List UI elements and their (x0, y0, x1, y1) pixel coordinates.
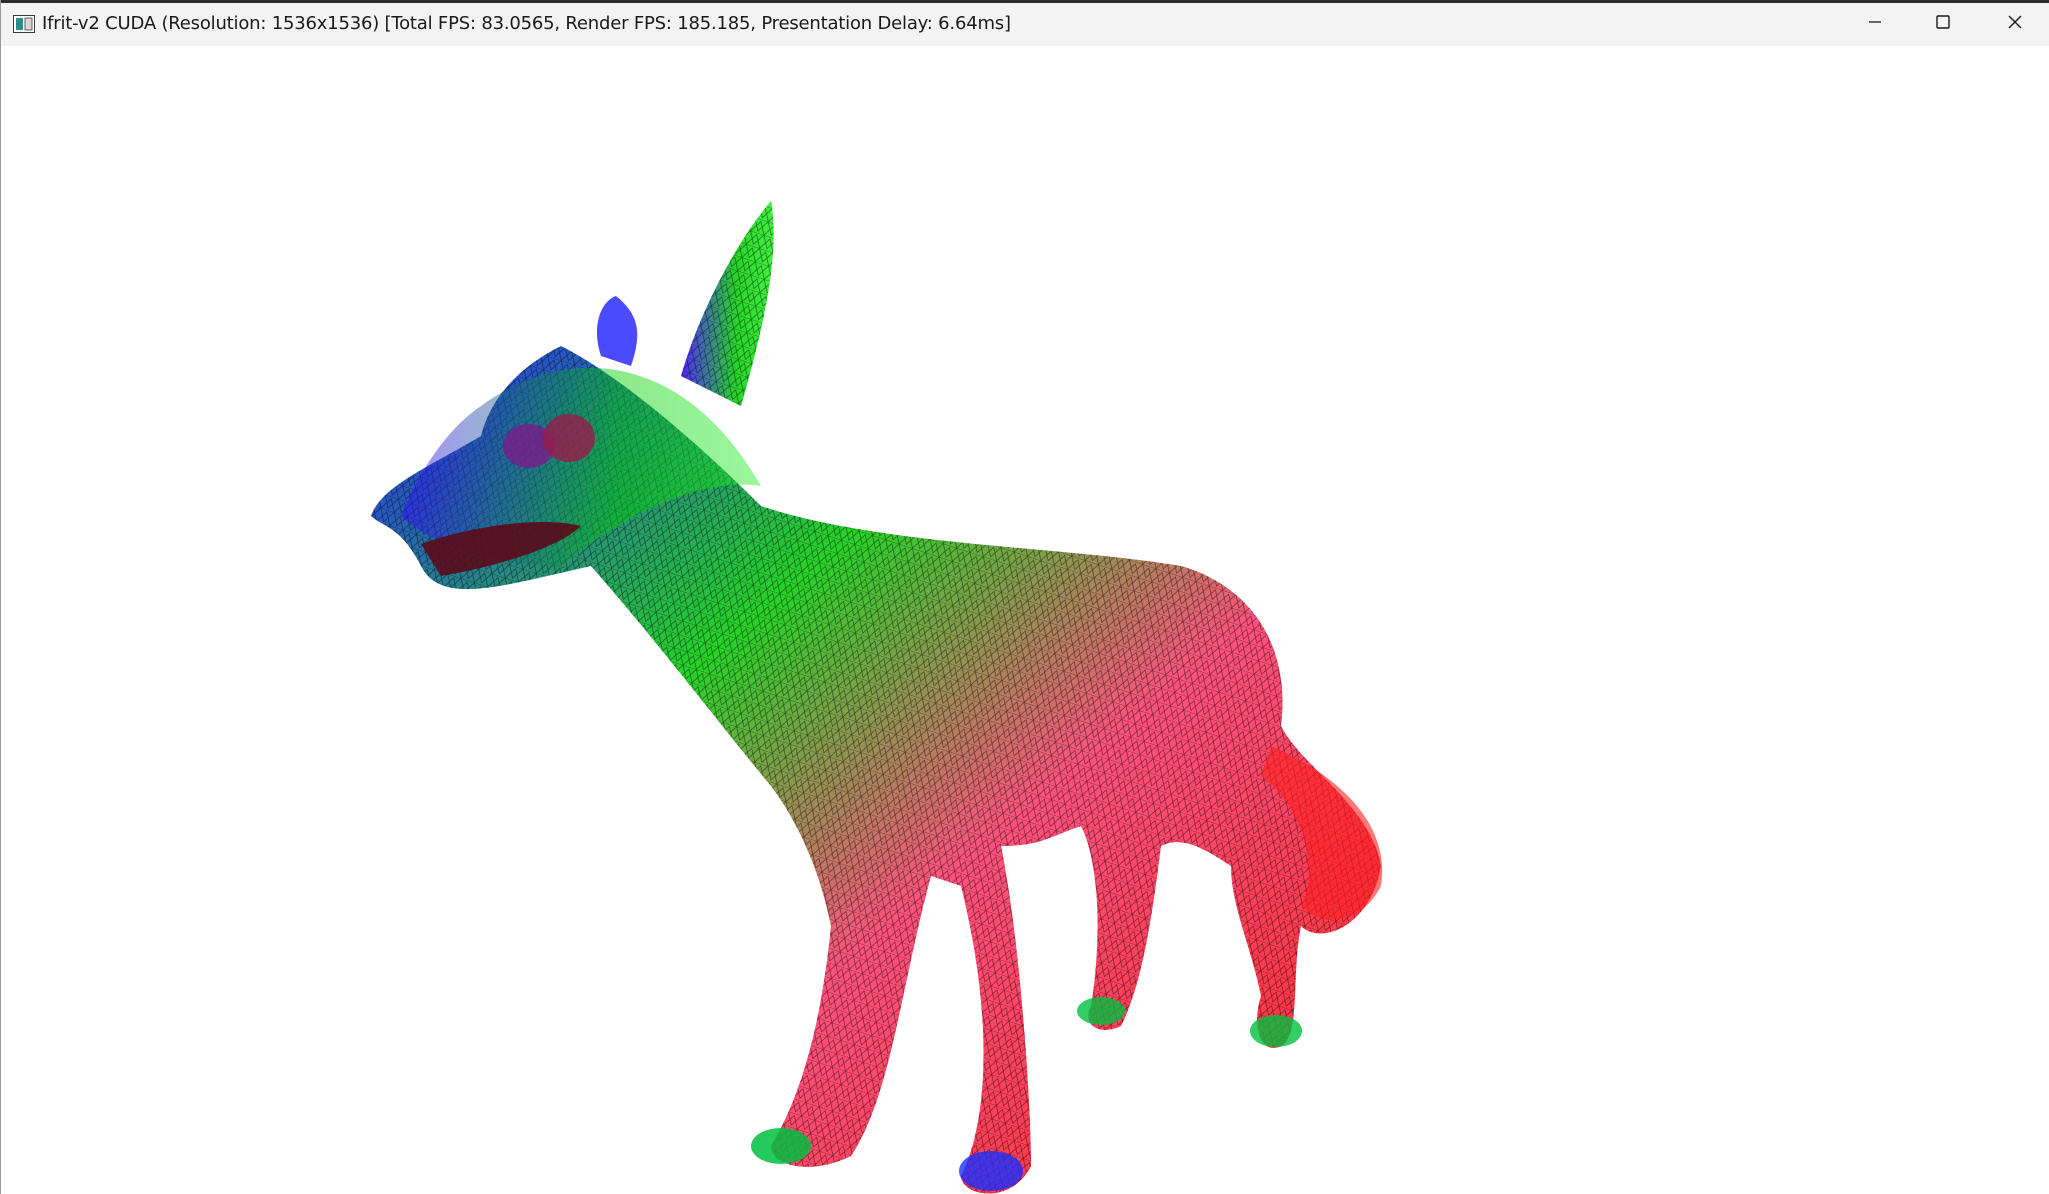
minimize-icon (1867, 14, 1883, 35)
app-window: Ifrit-v2 CUDA (Resolution: 1536x1536) [T… (0, 0, 2049, 1194)
wireframe-wolf-mesh (371, 201, 1383, 1194)
close-icon (2007, 14, 2023, 35)
app-window-icon (13, 15, 35, 33)
minimize-button[interactable] (1841, 3, 1909, 46)
wolf-body-wireframe (371, 201, 1383, 1194)
close-button[interactable] (1981, 3, 2049, 46)
maximize-icon (1935, 14, 1951, 35)
title-bar[interactable]: Ifrit-v2 CUDA (Resolution: 1536x1536) [T… (1, 0, 2049, 46)
window-title: Ifrit-v2 CUDA (Resolution: 1536x1536) [T… (42, 13, 1011, 34)
render-viewport[interactable] (1, 46, 2049, 1194)
maximize-button[interactable] (1909, 3, 1977, 46)
